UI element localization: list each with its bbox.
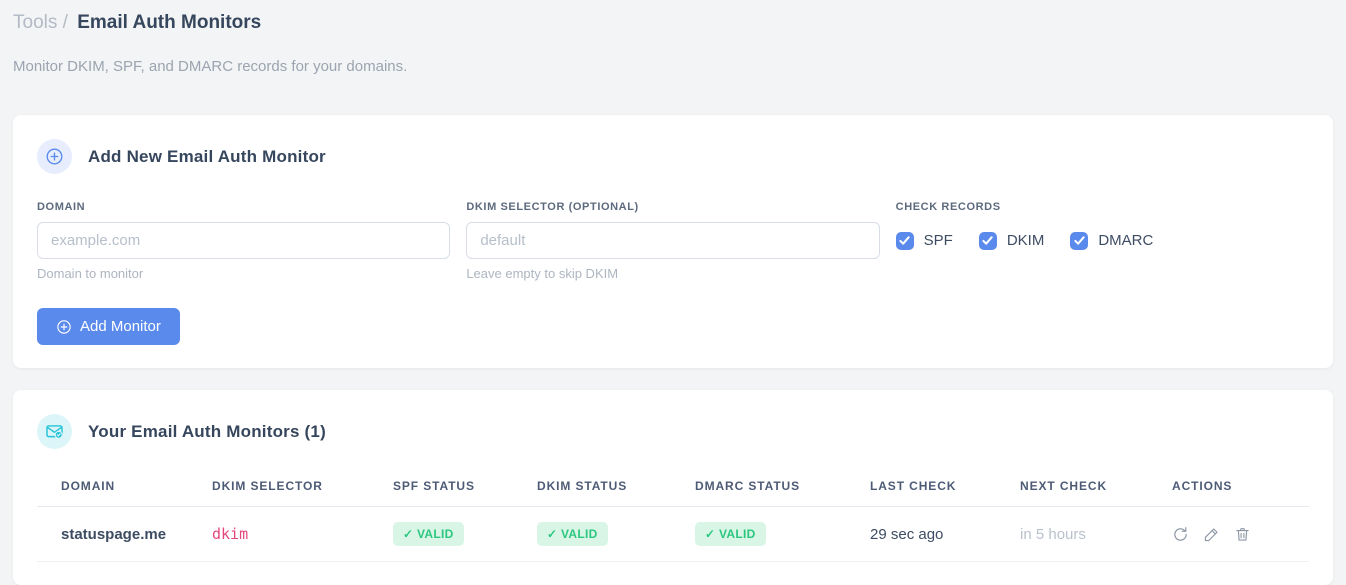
col-header-next-check: NEXT CHECK (1020, 465, 1172, 507)
table-header-row: DOMAIN DKIM SELECTOR SPF STATUS DKIM STA… (37, 465, 1309, 507)
domain-field-group: DOMAIN Domain to monitor (37, 201, 451, 281)
checkbox-check-icon (1070, 231, 1089, 250)
dmarc-checkbox-label: DMARC (1098, 232, 1154, 249)
page: Tools / Email Auth Monitors Monitor DKIM… (0, 0, 1346, 585)
row-actions (1172, 526, 1301, 543)
domain-field-label: DOMAIN (37, 201, 86, 213)
col-header-dkim-status: DKIM STATUS (537, 465, 695, 507)
check-records-label: CHECK RECORDS (895, 201, 1001, 213)
col-header-dkim-selector: DKIM SELECTOR (212, 465, 393, 507)
spf-checkbox[interactable]: SPF (895, 231, 953, 250)
plus-circle-icon (56, 319, 72, 335)
monitors-card-header: Your Email Auth Monitors (1) (37, 414, 1309, 449)
check-records-group: CHECK RECORDS SPF DKIM DMARC (895, 201, 1309, 281)
add-monitor-card-header: Add New Email Auth Monitor (37, 139, 1309, 174)
checkbox-check-icon (895, 231, 914, 250)
spf-checkbox-label: SPF (923, 232, 953, 249)
monitors-card-title: Your Email Auth Monitors (1) (88, 421, 326, 441)
add-monitor-card-title: Add New Email Auth Monitor (88, 146, 326, 166)
monitor-domain: statuspage.me (37, 506, 212, 562)
spf-status-badge: ✓ VALID (393, 522, 464, 546)
monitors-card: Your Email Auth Monitors (1) DOMAIN DKIM… (13, 390, 1333, 585)
col-header-last-check: LAST CHECK (870, 465, 1020, 507)
breadcrumb-section[interactable]: Tools (13, 12, 57, 33)
plus-circle-icon (37, 139, 72, 174)
add-monitor-form: DOMAIN Domain to monitor DKIM SELECTOR (… (37, 201, 1309, 281)
breadcrumb: Tools / Email Auth Monitors (13, 10, 1333, 36)
dmarc-status-badge: ✓ VALID (695, 522, 766, 546)
col-header-domain: DOMAIN (37, 465, 212, 507)
col-header-spf-status: SPF STATUS (393, 465, 537, 507)
add-monitor-card: Add New Email Auth Monitor DOMAIN Domain… (13, 115, 1333, 368)
dkim-selector-input[interactable] (466, 222, 880, 259)
refresh-icon[interactable] (1172, 526, 1189, 543)
col-header-dmarc-status: DMARC STATUS (695, 465, 870, 507)
checkbox-check-icon (978, 231, 997, 250)
monitor-next-check: in 5 hours (1020, 506, 1172, 562)
dkim-selector-field-group: DKIM SELECTOR (OPTIONAL) Leave empty to … (466, 201, 880, 281)
dkim-selector-field-helper: Leave empty to skip DKIM (466, 266, 619, 281)
dkim-status-badge: ✓ VALID (537, 522, 608, 546)
breadcrumb-separator: / (62, 12, 68, 33)
monitor-dkim-selector: dkim (212, 506, 393, 562)
page-title: Email Auth Monitors (77, 12, 262, 33)
delete-icon[interactable] (1234, 526, 1251, 543)
col-header-actions: ACTIONS (1172, 465, 1309, 507)
edit-icon[interactable] (1203, 526, 1220, 543)
page-subtitle: Monitor DKIM, SPF, and DMARC records for… (13, 58, 408, 75)
domain-input[interactable] (37, 222, 451, 259)
add-monitor-button-label: Add Monitor (80, 318, 161, 335)
dkim-checkbox[interactable]: DKIM (978, 231, 1045, 250)
dkim-selector-field-label: DKIM SELECTOR (OPTIONAL) (466, 201, 639, 213)
dkim-checkbox-label: DKIM (1006, 232, 1045, 249)
monitors-table: DOMAIN DKIM SELECTOR SPF STATUS DKIM STA… (37, 465, 1309, 562)
monitor-last-check: 29 sec ago (870, 506, 1020, 562)
email-check-icon (37, 414, 72, 449)
check-records-options: SPF DKIM DMARC (895, 222, 1309, 259)
dmarc-checkbox[interactable]: DMARC (1070, 231, 1154, 250)
table-row: statuspage.me dkim ✓ VALID ✓ VALID ✓ VAL… (37, 506, 1309, 562)
domain-field-helper: Domain to monitor (37, 266, 144, 281)
add-monitor-button[interactable]: Add Monitor (37, 308, 180, 345)
